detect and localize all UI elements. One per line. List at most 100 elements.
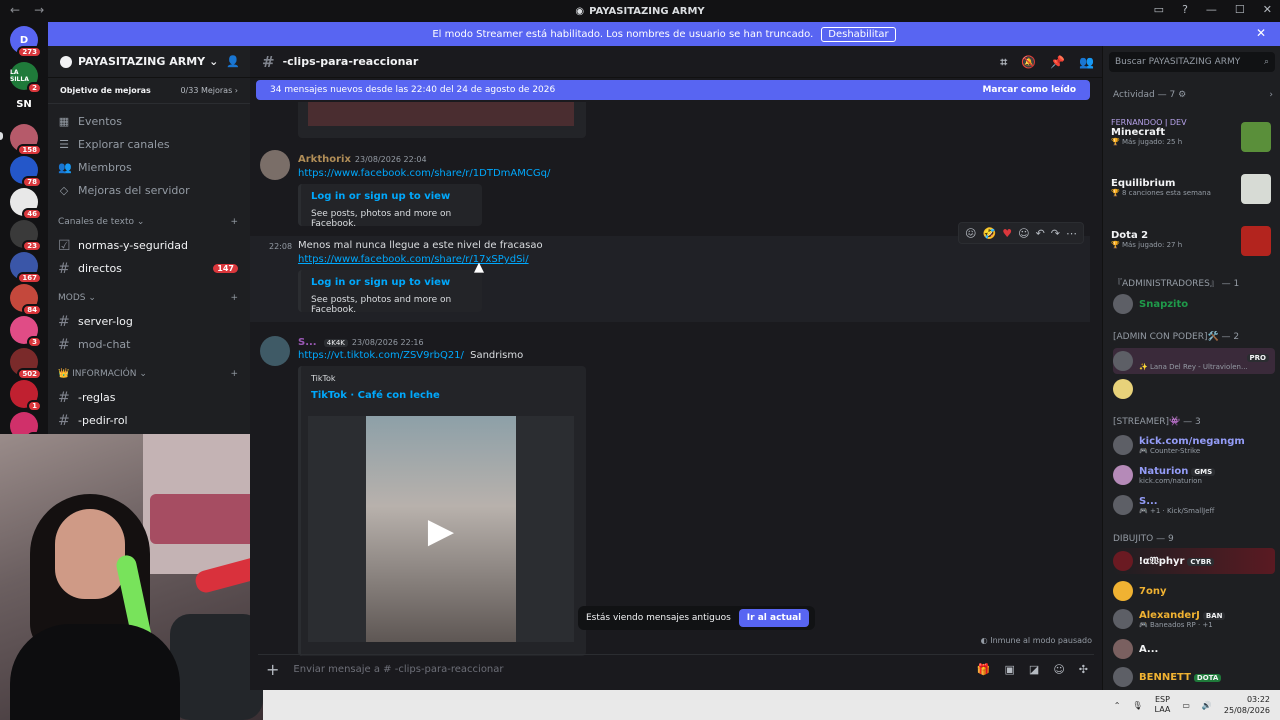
message-link[interactable]: https://www.facebook.com/share/r/17xSPyd… [298,254,529,265]
embed-title[interactable]: TikTok · Café con leche [311,390,440,401]
activity-card[interactable]: Equilibrium 🏆 8 canciones esta semana [1111,170,1275,212]
message-composer[interactable]: + Enviar mensaje a # -clips-para-reaccio… [258,654,1094,684]
channel-sidebar: PAYASITAZING ARMY ⌄ 👤 Objetivo de mejora… [48,46,250,436]
guild-item[interactable]: 78 [10,156,42,188]
forward-icon[interactable]: ↷ [1051,227,1060,240]
gift-icon[interactable]: 🎁 [977,663,991,676]
guild-item[interactable]: LA SILLA 2 [10,62,42,94]
member-item[interactable] [1113,376,1275,402]
pin-icon[interactable]: 📌 [1050,55,1065,70]
forward-arrow-icon[interactable]: → [34,3,44,17]
reaction-heart-icon[interactable]: ♥ [1002,227,1012,240]
guild-item[interactable]: 23 [10,220,42,252]
add-channel-icon[interactable]: + [230,293,238,303]
embed-image[interactable] [308,102,574,126]
member-item[interactable]: BENNETT DOTA [1113,664,1275,690]
guild-item[interactable]: 502 [10,348,42,380]
search-icon: ⌕ [1263,57,1269,67]
member-item[interactable]: 7ony [1113,578,1275,604]
minimize-button[interactable]: — [1206,3,1217,16]
member-item[interactable]: S... 🎮 +1 · Kick/SmallJeff [1113,492,1275,518]
sidebar-item-browse[interactable]: ☰ Explorar canales [48,133,250,156]
inbox-icon[interactable]: ▭ [1154,3,1164,16]
sticker-icon[interactable]: ◪ [1029,663,1039,676]
video-player[interactable]: ▶ [308,416,574,642]
activity-card[interactable]: Dota 2 🏆 Más jugado: 27 h [1111,222,1275,264]
chevron-right-icon[interactable]: › [1269,90,1273,100]
attach-plus-icon[interactable]: + [266,660,279,679]
add-reaction-icon[interactable]: ☺ [1018,227,1029,240]
member-item[interactable]: A... [1113,636,1275,662]
more-icon[interactable]: ⋯ [1066,227,1077,240]
activity-header[interactable]: Actividad — 7 ⚙ › [1113,90,1273,100]
category-text-channels[interactable]: Canales de texto ⌄ + [48,210,250,234]
guild-item[interactable]: SN [10,90,38,118]
sidebar-item-members[interactable]: 👥 Miembros [48,156,250,179]
channel-server-log[interactable]: # server-log [48,310,250,333]
mark-read-button[interactable]: Marcar como leído [982,85,1076,95]
tray-chevron-icon[interactable]: ⌃ [1114,701,1121,710]
guild-item[interactable]: 84 [10,284,42,316]
disable-streamer-button[interactable]: Deshabilitar [821,26,896,42]
network-icon[interactable]: ▭ [1182,701,1190,710]
activity-card[interactable]: FERNANDOO ǀ DEV Minecraft 🏆 Más jugado: … [1111,118,1275,160]
message-author[interactable]: Arkthorix [298,154,351,165]
channel-normas[interactable]: ☑ normas-y-seguridad [48,234,250,257]
channel-mod-chat[interactable]: # mod-chat [48,333,250,356]
channel-pedir-rol[interactable]: # -pedir-rol [48,409,250,432]
play-icon[interactable]: ▶ [421,511,461,551]
guild-item[interactable]: 1 [10,380,42,412]
jump-to-present-button[interactable]: Ir al actual [738,609,810,627]
threads-icon[interactable]: ⌗ [1000,55,1007,70]
member-item[interactable]: PRO ✨ Lana Del Rey - Ultraviolen... [1113,348,1275,374]
apps-icon[interactable]: ✣ [1079,663,1088,676]
embed-title[interactable]: Log in or sign up to view [311,277,450,288]
guild-item[interactable]: 3 [10,316,42,348]
gif-icon[interactable]: ▣ [1005,663,1015,676]
guild-item[interactable]: 158 [10,124,42,156]
mic-tray-icon[interactable]: 🎙 [1132,701,1142,710]
sidebar-item-events[interactable]: ▦ Eventos [48,110,250,133]
guild-item[interactable]: 167 [10,252,42,284]
embed-title[interactable]: Log in or sign up to view [311,191,450,202]
help-icon[interactable]: ? [1182,3,1188,16]
member-item[interactable]: ǃα𝔚phyr CYBR [1113,548,1275,574]
volume-icon[interactable]: 🔊 [1202,701,1212,710]
member-item[interactable]: kick.com/negangm 🎮 Counter-Strike [1113,432,1275,458]
add-member-icon[interactable]: 👤 [226,55,240,68]
reaction-emoji-icon[interactable]: 😖 [965,227,976,240]
language-indicator[interactable]: ESP LAA [1155,695,1171,715]
channel-directos[interactable]: # directos 147 [48,257,250,280]
new-messages-bar[interactable]: 34 mensajes nuevos desde las 22:40 del 2… [256,80,1090,100]
reaction-laugh-icon[interactable]: 🤣 [983,227,997,240]
member-item[interactable]: Naturion GMS kick.com/naturion [1113,462,1275,488]
avatar[interactable] [260,150,290,180]
server-header[interactable]: PAYASITAZING ARMY ⌄ 👤 [48,46,250,78]
add-channel-icon[interactable]: + [230,369,238,379]
message-link[interactable]: https://www.facebook.com/share/r/1DTDmAM… [298,168,550,179]
channel-reglas[interactable]: # -reglas [48,386,250,409]
notifications-muted-icon[interactable]: 🔕 [1021,55,1036,70]
maximize-button[interactable]: ☐ [1235,3,1245,16]
message-input[interactable]: Enviar mensaje a # -clips-para-reacciona… [293,664,503,675]
avatar[interactable] [260,336,290,366]
message-link[interactable]: https://vt.tiktok.com/ZSV9rbQ21/ [298,350,464,361]
member-item[interactable]: AlexanderJ BAN 🎮 Baneados RP · +1 [1113,606,1275,632]
guild-item-home[interactable]: D 273 [10,26,42,58]
category-info[interactable]: 👑 INFORMACIÓN ⌄ + [48,362,250,386]
sidebar-item-boosts[interactable]: ◇ Mejoras del servidor [48,179,250,202]
back-arrow-icon[interactable]: ← [10,3,20,17]
emoji-icon[interactable]: ☺ [1053,663,1064,676]
system-clock[interactable]: 03:22 25/08/2026 [1224,694,1270,716]
close-window-button[interactable]: ✕ [1263,3,1272,16]
member-item[interactable]: Snapzito [1113,291,1275,317]
reply-icon[interactable]: ↶ [1036,227,1045,240]
guild-item[interactable]: 46 [10,188,42,220]
add-channel-icon[interactable]: + [230,217,238,227]
category-mods[interactable]: MODS ⌄ + [48,286,250,310]
boost-goal[interactable]: Objetivo de mejoras 0/33 Mejoras › [48,78,250,104]
close-banner-icon[interactable]: ✕ [1256,26,1266,40]
message-author[interactable]: S... [298,337,317,348]
server-search-input[interactable]: Buscar PAYASITAZING ARMY ⌕ [1109,52,1275,72]
member-list-icon[interactable]: 👥 [1079,55,1094,70]
